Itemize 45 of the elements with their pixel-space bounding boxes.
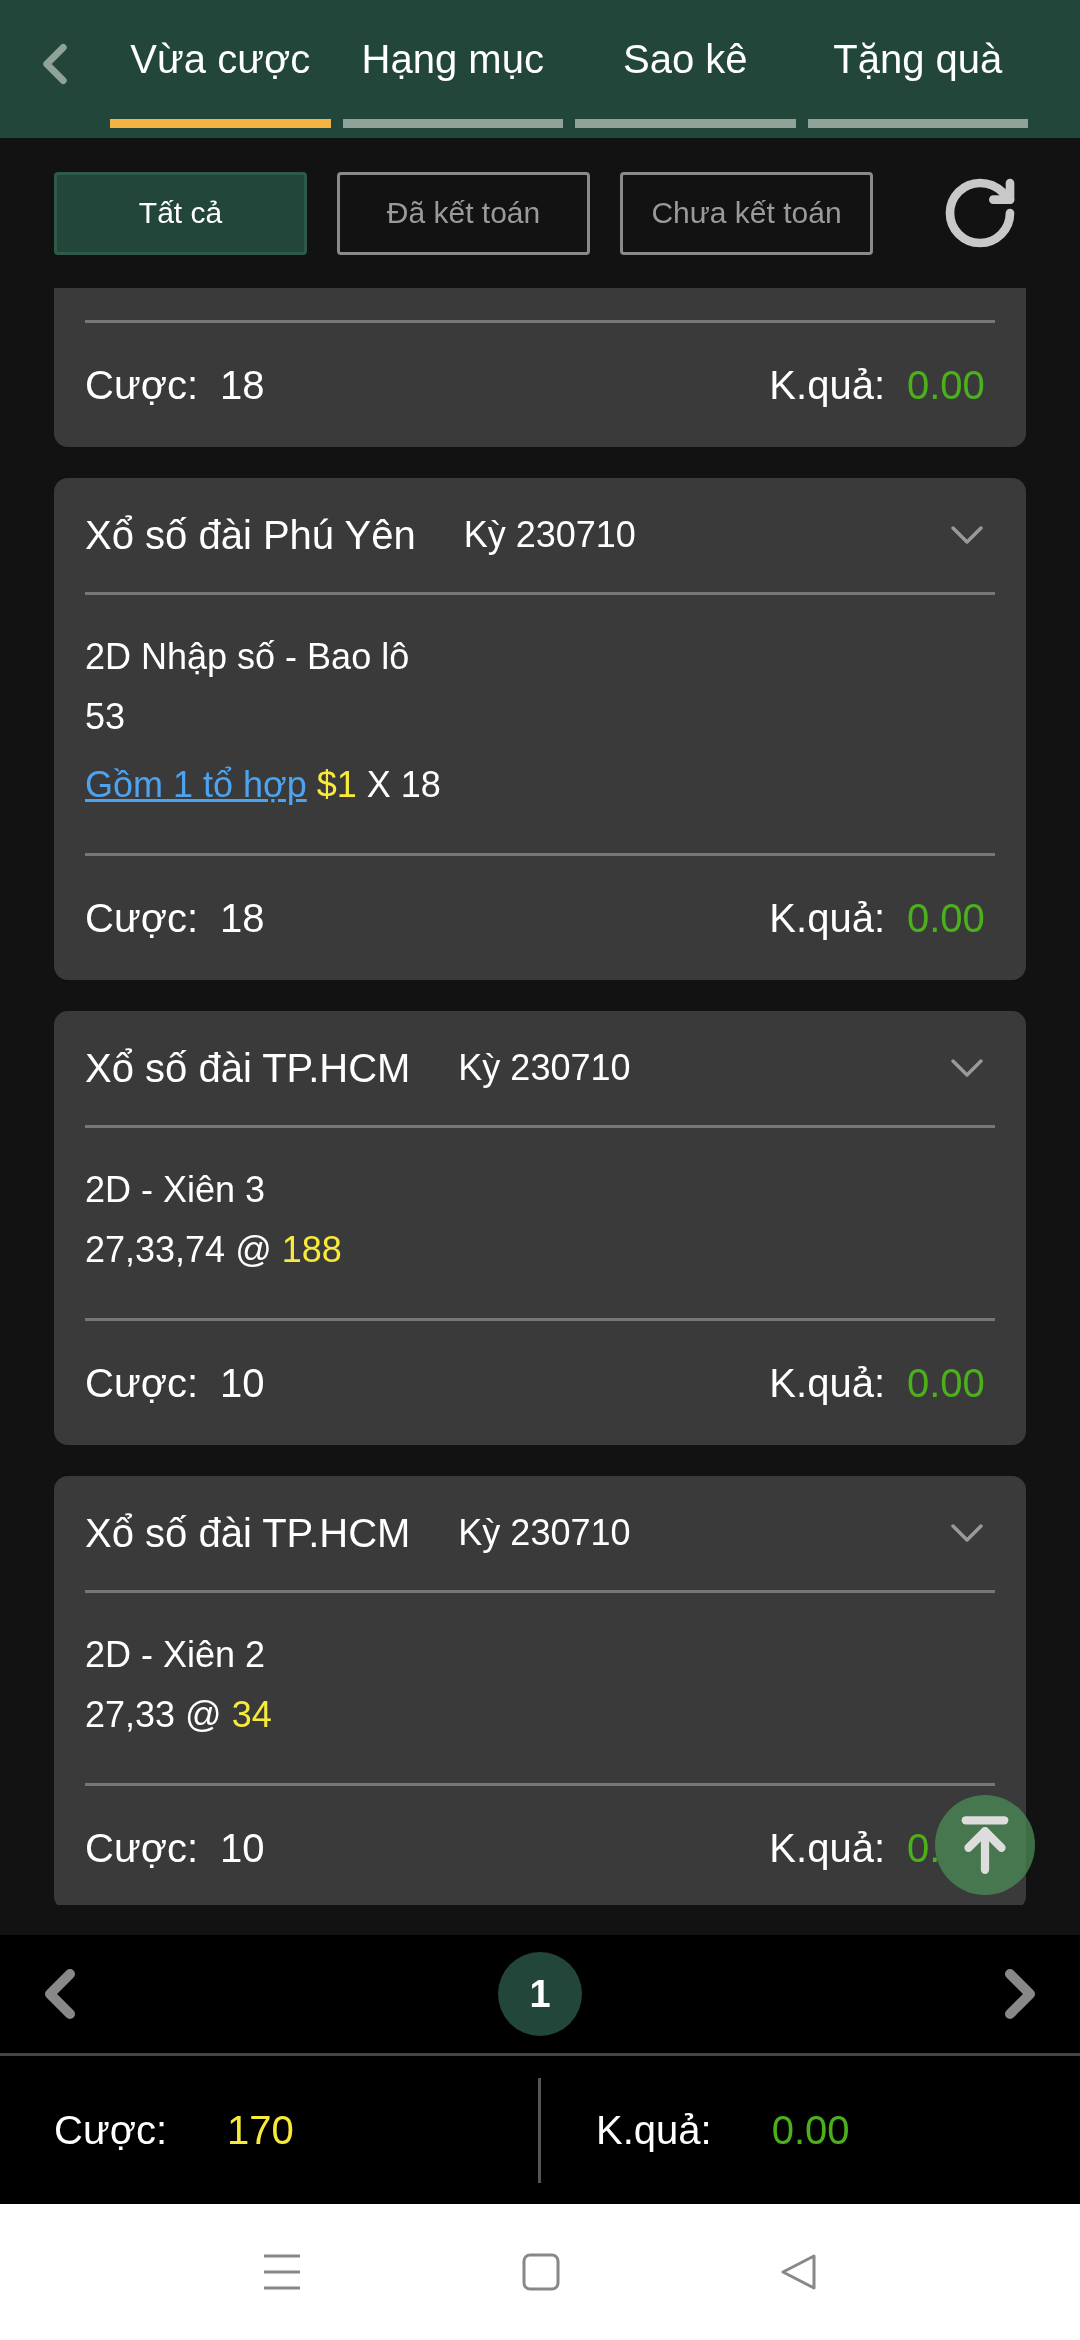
filter-button[interactable]: Chưa kết toán [620,171,873,255]
menu-icon[interactable] [262,2253,302,2291]
result-value: 0.00 [907,895,986,941]
bet-amount: $1 X 18 [316,764,441,805]
tab[interactable]: Sao kê [575,0,796,128]
filter-button[interactable]: Tất cả [54,171,307,255]
result-label: K.quả: [769,362,885,408]
bet-detail: 53 [85,695,127,739]
filter-button[interactable]: Đã kết toán [337,171,590,255]
back-triangle-icon[interactable] [780,2253,818,2291]
draw-period: Kỳ 230710 [458,1512,631,1554]
bet-detail: 2D - Xiên 2 [85,1633,267,1677]
tab[interactable]: Hạng mục [342,0,563,128]
result-value: 0.00 [907,1360,986,1406]
total-result-label: K.quả: [596,2107,712,2153]
total-result-value: 0.00 [771,2107,850,2153]
stake-label: Cược: [85,1825,198,1871]
lottery-title: Xổ số đài Phú Yên [85,512,416,558]
tab[interactable]: Vừa cược [110,0,331,128]
stake-value: 10 [220,1360,265,1406]
lottery-title: Xổ số đài TP.HCM [85,1510,411,1556]
bet-detail: 2D - Xiên 3 [85,1168,267,1212]
bet-detail: 2D Nhập số - Bao lô [85,635,411,679]
stake-label: Cược: [85,1360,198,1406]
stake-label: Cược: [85,895,198,941]
home-icon[interactable] [522,2253,560,2291]
total-stake-label: Cược: [54,2107,167,2153]
lottery-title: Xổ số đài TP.HCM [85,1045,411,1091]
stake-label: Cược: [85,362,198,408]
result-value: 0. [907,1825,942,1871]
draw-period: Kỳ 230710 [458,1047,631,1089]
draw-period: Kỳ 230710 [463,514,636,556]
result-value: 0.00 [907,362,986,408]
stake-value: 18 [220,895,265,941]
result-label: K.quả: [769,1825,885,1871]
stake-value: 10 [220,1825,265,1871]
total-stake-value: 170 [227,2107,294,2153]
stake-value: 18 [220,362,265,408]
page-number[interactable]: 1 [498,1952,582,2036]
result-label: K.quả: [769,895,885,941]
combination-link[interactable]: Gồm 1 tổ hợp [85,764,307,805]
bet-numbers: 27,33,74 @ 188 [85,1228,343,1272]
bet-numbers: 27,33 @ 34 [85,1693,273,1737]
result-label: K.quả: [769,1360,885,1406]
tab[interactable]: Tặng quà [807,0,1028,128]
